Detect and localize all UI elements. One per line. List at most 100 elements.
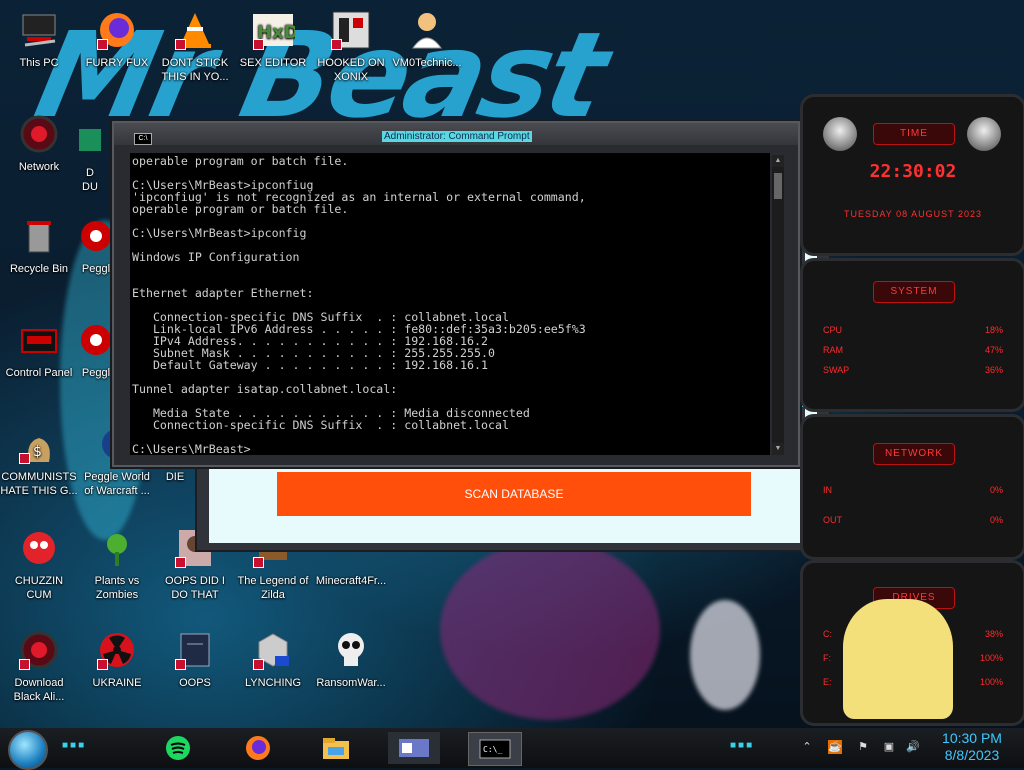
shortcut-arrow-icon (19, 453, 30, 464)
flag-icon[interactable]: ⚑ (856, 740, 870, 754)
desktop-icon-label: COMMUNISTS HATE THIS G... (0, 471, 78, 497)
taskbar-accent: ■■■ (62, 740, 87, 751)
taskbar-file-explorer-button[interactable] (318, 732, 354, 764)
taskbar-command-prompt-button[interactable]: C:\_ (468, 732, 522, 766)
desktop-icon-download-black-alien[interactable]: Download Black Ali... (0, 628, 78, 704)
widget-row-value: 38% (984, 629, 1003, 639)
taskbar-firefox-button[interactable] (240, 732, 276, 764)
desktop-icon-label: DIE (165, 471, 185, 483)
widget-clock-time: 22:30:02 (869, 161, 957, 182)
chuzzle-icon (17, 526, 61, 570)
plant-icon (95, 526, 139, 570)
shortcut-arrow-icon (97, 659, 108, 670)
desktop-icon-this-pc[interactable]: This PC (0, 8, 78, 70)
shortcut-arrow-icon (331, 39, 342, 50)
desktop-icon-partial-du[interactable]: D DU (60, 118, 120, 194)
desktop-icon-label: CHUZZIN CUM (14, 575, 64, 601)
desktop-icon-label: D DU (82, 167, 98, 193)
network-folder-icon (251, 628, 295, 672)
desktop-icon-label: Plants vs Zombies (94, 575, 140, 601)
window-title: Administrator: Command Prompt (382, 131, 532, 142)
desktop-icon-ransomware[interactable]: RansomWar... (312, 628, 390, 690)
id-card-app-icon (399, 739, 429, 757)
system-widget: SYSTEM CPU 18% RAM 47% SWAP 36% (800, 258, 1024, 412)
widget-row-label: C: (823, 629, 832, 639)
wallpaper-figure (440, 540, 660, 720)
desktop-icon-vm0technic[interactable]: VM0Technic... (388, 8, 466, 70)
cartoon-character-sticker (843, 599, 953, 719)
widget-row-value: 47% (984, 345, 1003, 355)
desktop-icon-plants-vs-zombies[interactable]: Plants vs Zombies (78, 526, 156, 602)
scan-database-button[interactable]: SCAN DATABASE (277, 472, 751, 516)
terminal-file-icon (173, 628, 217, 672)
time-widget: TIME 22:30:02 TUESDAY 08 AUGUST 2023 (800, 94, 1024, 256)
command-prompt-window[interactable]: C:\ Administrator: Command Prompt operab… (112, 121, 808, 467)
vertical-scrollbar[interactable]: ▲ ▼ (772, 155, 784, 455)
firefox-icon (246, 736, 270, 760)
start-orb-button[interactable] (8, 730, 48, 770)
widget-header: TIME (873, 123, 955, 145)
console-output-area[interactable]: operable program or batch file. C:\Users… (130, 153, 770, 455)
widget-row-ram: RAM 47% (823, 345, 1003, 359)
shortcut-arrow-icon (253, 659, 264, 670)
console-text: operable program or batch file. C:\Users… (132, 154, 586, 455)
doctor-icon (405, 8, 449, 52)
desktop-icon-label: RansomWar... (316, 677, 386, 689)
desktop-icon-hooked-on-xonix[interactable]: HOOKED ON XONIX (312, 8, 390, 84)
taskbar-spotify-button[interactable] (160, 732, 196, 764)
scroll-up-arrow-icon[interactable]: ▲ (772, 155, 784, 167)
hxd-editor-icon: HxD (251, 8, 295, 52)
widget-row-value: 0% (989, 485, 1003, 495)
alien-globe-icon (17, 628, 61, 672)
network-icon[interactable]: ▣ (882, 740, 896, 754)
desktop-icon-label: VM0Technic... (392, 57, 462, 69)
partial-icon (68, 118, 112, 162)
desktop-icon-label: The Legend of Zilda (237, 575, 309, 601)
desktop-icon-vlc[interactable]: DONT STICK THIS IN YO... (156, 8, 234, 84)
xonix-game-icon (329, 8, 373, 52)
svg-text:C:\_: C:\_ (483, 745, 502, 754)
widget-clock-date: TUESDAY 08 AUGUST 2023 (843, 209, 983, 219)
window-titlebar[interactable]: C:\ Administrator: Command Prompt (114, 123, 798, 145)
spotify-icon (166, 736, 190, 760)
widget-row-label: RAM (823, 345, 843, 355)
widget-row-in: IN 0% (823, 485, 1003, 499)
widget-row-label: IN (823, 485, 832, 495)
desktop-icon-sex-editor[interactable]: HxD SEX EDITOR (234, 8, 312, 70)
taskbar-id-card-app-button[interactable] (388, 732, 440, 764)
recycle-bin-icon (17, 214, 61, 258)
desktop-icon-label: SEX EDITOR (239, 57, 307, 69)
widget-row-label: OUT (823, 515, 842, 525)
desktop-icon-label: Download Black Ali... (13, 677, 65, 703)
taskbar: ■■■ C:\_ ■■■ ⌃ ☕ ⚑ ▣ 🔊 10:30 PM 8/8/2023 (0, 728, 1024, 770)
desktop-icon-ukraine[interactable]: UKRAINE (78, 628, 156, 690)
desktop-icon-label: OOPS (179, 677, 211, 689)
money-bag-icon: $ (17, 422, 61, 466)
clock-time: 10:30 PM (942, 730, 1002, 746)
java-icon[interactable]: ☕ (828, 740, 842, 754)
vlc-cone-icon (173, 8, 217, 52)
desktop-icon-label: This PC (19, 57, 59, 69)
desktop-icon-furry-fux[interactable]: FURRY FUX (78, 8, 156, 70)
widget-row-value: 18% (984, 325, 1003, 335)
taskbar-accent: ■■■ (730, 740, 755, 751)
shortcut-arrow-icon (97, 39, 108, 50)
widget-header: NETWORK (873, 443, 955, 465)
widget-row-label: E: (823, 677, 832, 687)
desktop-icon-label: OOPS DID I DO THAT (165, 575, 225, 601)
svg-text:$: $ (33, 444, 42, 460)
scroll-down-arrow-icon[interactable]: ▼ (772, 443, 784, 455)
alien-head-icon (967, 117, 1001, 151)
desktop-icon-lynching[interactable]: LYNCHING (234, 628, 312, 690)
volume-icon[interactable]: 🔊 (906, 740, 920, 754)
desktop-icon-label: Minecraft4Fr... (315, 575, 387, 587)
taskbar-clock[interactable]: 10:30 PM 8/8/2023 (930, 730, 1014, 764)
shortcut-arrow-icon (253, 557, 264, 568)
radiation-icon (95, 628, 139, 672)
desktop-icon-chuzzin[interactable]: CHUZZIN CUM (0, 526, 78, 602)
widget-row-label: F: (823, 653, 831, 663)
desktop-icon-communists[interactable]: $ COMMUNISTS HATE THIS G... (0, 422, 78, 498)
chevron-up-icon[interactable]: ⌃ (800, 740, 814, 754)
desktop-icon-oops[interactable]: OOPS (156, 628, 234, 690)
scrollbar-thumb[interactable] (774, 173, 782, 199)
